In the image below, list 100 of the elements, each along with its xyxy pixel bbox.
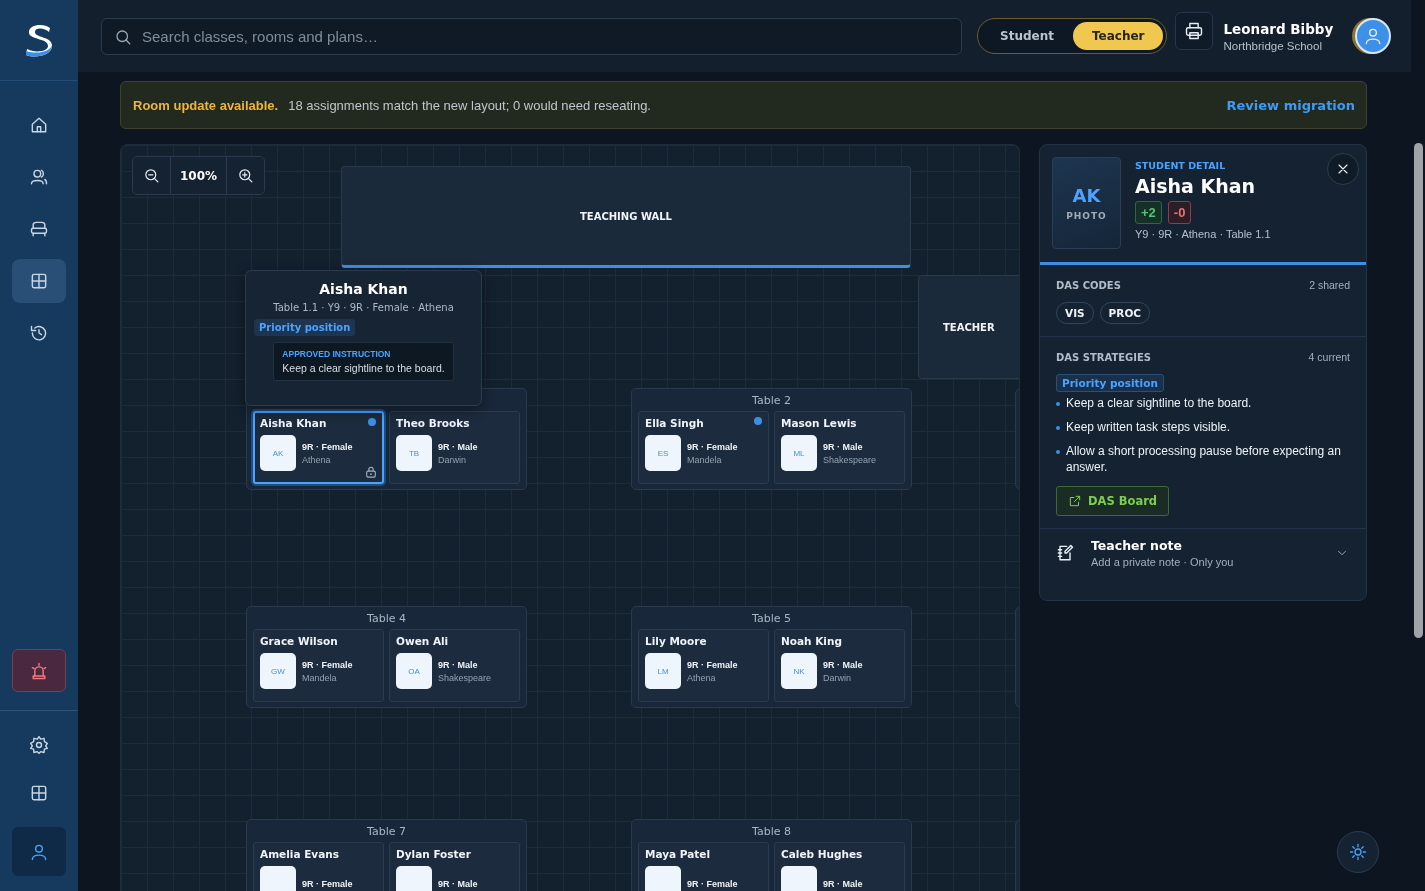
student-meta: Y9 · 9R · Athena · Table 1.1 (1135, 228, 1271, 240)
student-details: 9R · Male (823, 659, 863, 670)
seat-card[interactable]: Mason Lewis ML 9R · Male Shakespeare (774, 411, 905, 484)
seat-card[interactable]: Noah King NK 9R · Male Darwin (774, 629, 905, 702)
teacher-note-row[interactable]: Teacher note Add a private note · Only you (1040, 529, 1366, 581)
wall-label: TEACHING WALL (580, 210, 672, 222)
student-house: Athena (687, 672, 717, 683)
student-house: Darwin (438, 454, 467, 465)
note-subtitle: Add a private note · Only you (1091, 556, 1235, 569)
student-name: Caleb Hughes (781, 848, 864, 860)
student-details: 9R · Male (823, 441, 864, 452)
theme-icon[interactable] (1337, 831, 1379, 873)
print-button[interactable] (1175, 12, 1214, 50)
student-name: Mason Lewis (781, 417, 858, 429)
student-name: Dylan Foster (396, 848, 472, 860)
seat-card[interactable]: Grace Wilson GW 9R · Female Mandela (253, 629, 384, 702)
student-initials: NK (793, 666, 805, 676)
student-initials: ES (657, 448, 669, 458)
desk-label: TEACHER (943, 321, 995, 333)
external-link-icon (1068, 494, 1082, 509)
student-name: Aisha Khan (1135, 175, 1257, 197)
seat-card[interactable]: Theo Brooks TB 9R · Male Darwin (389, 411, 520, 484)
student-details: 9R · Male (438, 879, 478, 889)
seat-card[interactable]: Lily Moore LM 9R · Female Athena (638, 629, 769, 702)
priority-tag: Priority position (1056, 374, 1164, 392)
section-title: DAS STRATEGIES (1056, 351, 1152, 363)
user-name: Leonard Bibby (1223, 20, 1335, 37)
panel-label: STUDENT DETAIL (1135, 160, 1227, 171)
student-initials: TB (408, 448, 420, 458)
section-title: DAS CODES (1056, 279, 1121, 291)
seat-card[interactable]: Ella Singh ES 9R · Female Mandela (638, 411, 769, 484)
student-initials: AK (272, 448, 284, 458)
student-initials: GW (271, 666, 285, 676)
student-details: 9R · Female (302, 441, 353, 452)
student-name: Ella Singh (645, 417, 705, 429)
school-name: Northbridge School (1223, 39, 1323, 52)
table-title: Table 8 (752, 824, 791, 838)
popover-meta: Table 1.1 · Y9 · 9R · Female · Athena (273, 302, 454, 313)
priority-tag: Priority position (254, 319, 356, 336)
role-tab[interactable]: Student (981, 22, 1073, 50)
table-title: Table 4 (367, 611, 406, 625)
student-house: Athena (302, 454, 332, 465)
student-details: 9R · Male (438, 659, 479, 670)
popover-name: Aisha Khan (319, 281, 408, 297)
student-details: 9R · Female (687, 659, 738, 670)
student-name: Noah King (781, 635, 843, 647)
table-title: Table 5 (752, 611, 791, 625)
review-migration-link[interactable]: Review migration (1226, 97, 1355, 113)
das-board-button[interactable]: DAS Board (1056, 486, 1170, 517)
search-field[interactable]: Search classes, rooms and plans… (101, 17, 962, 55)
student-details: 9R · Female (302, 879, 353, 889)
student-name: Maya Patel (645, 848, 712, 860)
alarm-button[interactable] (12, 649, 66, 692)
student-initials: LM (657, 666, 669, 676)
strategy-text: Keep written task steps visible. (1066, 418, 1231, 436)
close-icon[interactable] (1327, 153, 1359, 185)
seat-card[interactable]: Caleb Hughes 9R · Male (774, 842, 905, 891)
logo-icon (24, 23, 54, 57)
student-initials: OA (408, 666, 420, 676)
seat-card[interactable]: Owen Ali OA 9R · Male Shakespeare (389, 629, 520, 702)
student-house: Shakespeare (823, 454, 877, 465)
student-name: Owen Ali (396, 635, 450, 647)
student-details: 9R · Male (438, 441, 478, 452)
role-tab[interactable]: Teacher (1072, 22, 1164, 50)
seat-card[interactable]: Maya Patel 9R · Female (638, 842, 769, 891)
student-name: Aisha Khan (260, 417, 328, 429)
search-icon (114, 27, 132, 46)
instruction-label: APPROVED INSTRUCTION (282, 349, 392, 359)
merit-count: +2 (1135, 201, 1162, 224)
printer-icon (1184, 21, 1205, 41)
student-name: Lily Moore (645, 635, 708, 647)
strategy-text: Keep a clear sightline to the board. (1066, 395, 1252, 412)
student-name: Grace Wilson (260, 635, 339, 647)
banner-message: 18 assignments match the new layout; 0 would need reseating. (288, 97, 651, 113)
table-title: Table 2 (752, 393, 791, 407)
seat-card[interactable]: Amelia Evans 9R · Female (253, 842, 384, 891)
banner-title: Room update available. (133, 97, 279, 113)
bullet-icon (1056, 425, 1060, 430)
student-name: Amelia Evans (260, 848, 340, 860)
grid-icon[interactable] (12, 259, 66, 303)
demerit-count: -0 (1167, 201, 1192, 224)
seat-card[interactable]: Aisha Khan AK 9R · Female Athena (253, 411, 384, 484)
section-count: 4 current (1308, 351, 1350, 363)
student-name: Theo Brooks (396, 417, 471, 429)
note-title: Teacher note (1091, 538, 1184, 554)
instruction-text: Keep a clear sightline to the board. (282, 362, 445, 374)
strategy-text: Allow a short processing pause before expecting an answer. (1066, 442, 1342, 477)
student-details: 9R · Female (687, 879, 738, 889)
student-house: Mandela (687, 454, 723, 465)
bullet-icon (1056, 449, 1060, 454)
bullet-icon (1056, 402, 1060, 406)
student-house: Mandela (302, 672, 338, 683)
table-title: Table 7 (367, 824, 406, 838)
student-initials: ML (793, 448, 805, 458)
avatar-icon[interactable] (1355, 18, 1391, 54)
seat-card[interactable]: Dylan Foster 9R · Male (389, 842, 520, 891)
section-count: 2 shared (1309, 279, 1350, 291)
student-details: 9R · Female (302, 659, 353, 670)
student-house: Shakespeare (438, 672, 492, 683)
photo-label: PHOTO (1066, 211, 1107, 221)
